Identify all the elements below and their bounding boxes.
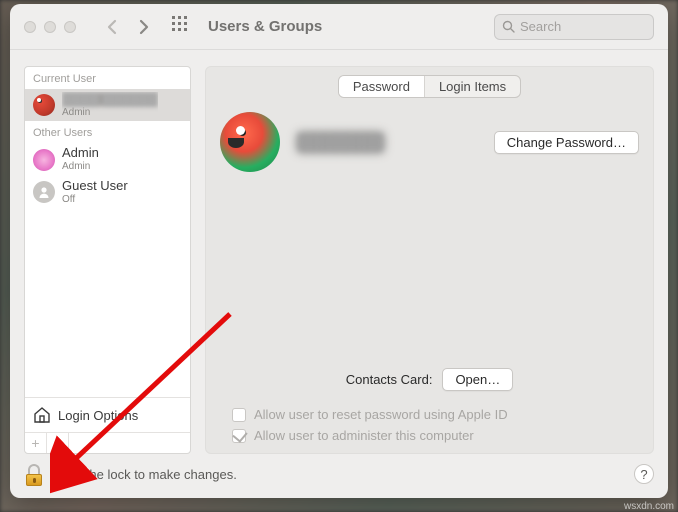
user-display-name: ████████ xyxy=(298,134,476,151)
allow-reset-label: Allow user to reset password using Apple… xyxy=(254,407,508,422)
help-button[interactable]: ? xyxy=(634,464,654,484)
close-window-button[interactable] xyxy=(24,21,36,33)
preferences-window: Users & Groups Current User ████ ██████ … xyxy=(10,4,668,498)
users-sidebar: Current User ████ ██████ Admin Other Use… xyxy=(24,66,191,454)
search-icon xyxy=(502,20,515,33)
search-input[interactable] xyxy=(520,19,668,34)
allow-reset-checkbox[interactable] xyxy=(232,408,246,422)
forward-button[interactable] xyxy=(139,19,150,35)
house-icon xyxy=(33,406,51,424)
tab-password[interactable]: Password xyxy=(339,76,424,97)
allow-admin-checkbox[interactable] xyxy=(232,429,246,443)
contacts-card-label: Contacts Card: xyxy=(346,372,433,387)
user-name: Admin xyxy=(62,146,99,161)
minimize-window-button[interactable] xyxy=(44,21,56,33)
remove-user-button[interactable]: − xyxy=(47,433,69,453)
user-name: Guest User xyxy=(62,179,128,194)
open-contacts-button[interactable]: Open… xyxy=(442,368,513,391)
add-user-button[interactable]: + xyxy=(25,433,47,453)
window-title: Users & Groups xyxy=(208,18,322,35)
zoom-window-button[interactable] xyxy=(64,21,76,33)
content-pane: Password Login Items ████████ Change Pas… xyxy=(205,66,654,454)
sidebar-item-guest[interactable]: Guest User Off xyxy=(25,176,190,208)
avatar-icon xyxy=(33,94,55,116)
show-all-icon[interactable] xyxy=(172,16,188,37)
avatar-icon xyxy=(33,149,55,171)
avatar-icon xyxy=(33,181,55,203)
sidebar-item-current-user[interactable]: ████ ██████ Admin xyxy=(25,89,190,121)
lock-hint-text: Click the lock to make changes. xyxy=(54,467,237,482)
search-field[interactable] xyxy=(494,14,654,40)
tab-login-items[interactable]: Login Items xyxy=(424,76,520,97)
user-role: Admin xyxy=(62,161,99,173)
toolbar: Users & Groups xyxy=(10,4,668,50)
allow-admin-label: Allow user to administer this computer xyxy=(254,428,474,443)
other-users-header: Other Users xyxy=(25,121,190,143)
current-user-header: Current User xyxy=(25,67,190,89)
lock-icon[interactable] xyxy=(24,462,44,486)
back-button[interactable] xyxy=(106,19,117,35)
tab-bar: Password Login Items xyxy=(338,75,521,98)
login-options-label: Login Options xyxy=(58,408,138,423)
change-password-button[interactable]: Change Password… xyxy=(494,131,639,154)
user-avatar[interactable] xyxy=(220,112,280,172)
login-options[interactable]: Login Options xyxy=(25,397,190,432)
user-name: ████ ██████ xyxy=(62,92,158,107)
user-role: Admin xyxy=(62,107,158,119)
user-role: Off xyxy=(62,194,128,206)
watermark: wsxdn.com xyxy=(624,501,674,512)
footer: Click the lock to make changes. ? xyxy=(10,462,668,498)
sidebar-item-admin[interactable]: Admin Admin xyxy=(25,143,190,175)
window-controls xyxy=(24,21,76,33)
